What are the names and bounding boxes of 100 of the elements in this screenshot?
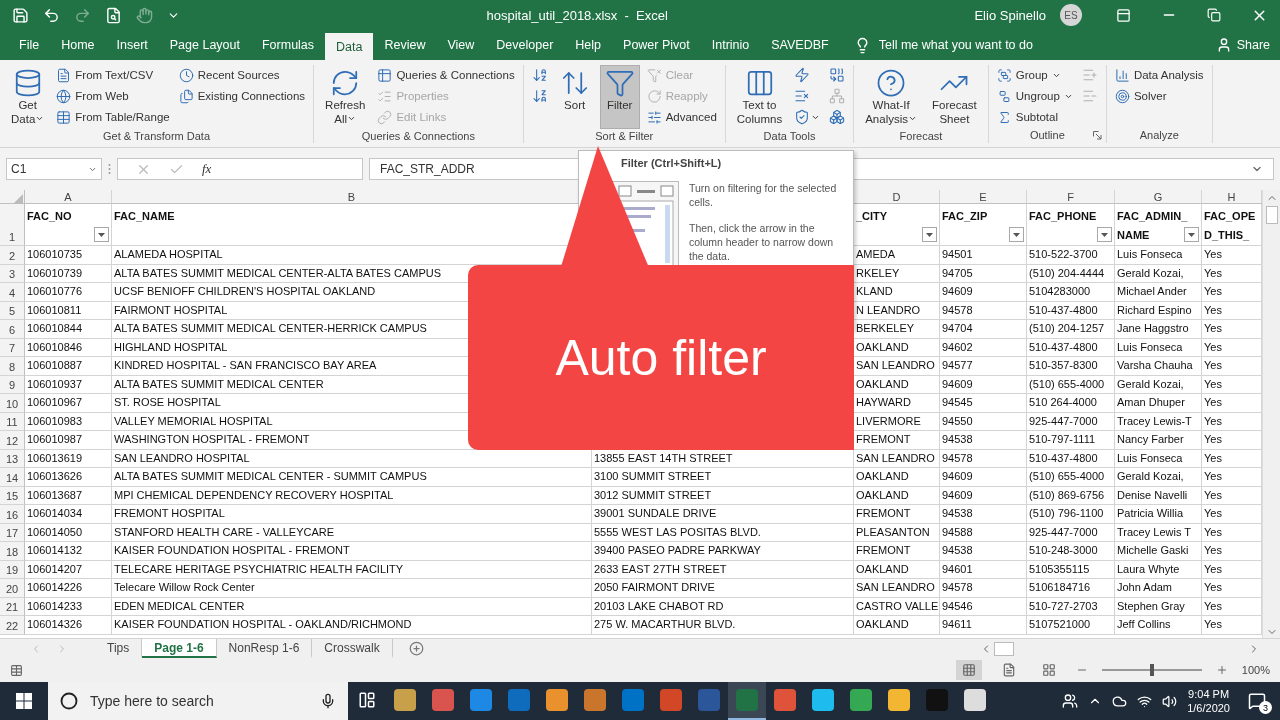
- table-cell: 106014050: [25, 523, 112, 542]
- table-cell: 94601: [940, 560, 1027, 579]
- table-cell: 94550: [940, 412, 1027, 431]
- table-cell: SAN LEANDRO: [854, 449, 940, 468]
- table-cell: 94538: [940, 542, 1027, 561]
- table-cell: 106010844: [25, 320, 112, 339]
- table-cell: 106010735: [25, 246, 112, 265]
- table-cell: 94705: [940, 264, 1027, 283]
- table-cell: OAKLAND: [854, 616, 940, 635]
- table-cell: Michael Ander: [1115, 283, 1202, 302]
- table-cell: FREMONT HOSPITAL: [112, 505, 592, 524]
- table-cell: 94578: [940, 301, 1027, 320]
- table-cell: 5105355115: [1027, 560, 1115, 579]
- header-label: D_THIS_: [1204, 228, 1250, 243]
- table-cell: (510) 655-4000: [1027, 375, 1115, 394]
- table-cell: OAKLAND: [854, 486, 940, 505]
- table-cell: 94602: [940, 338, 1027, 357]
- table-cell: 106010937: [25, 375, 112, 394]
- notification-count: 3: [1259, 701, 1272, 714]
- table-cell: 106013626: [25, 468, 112, 487]
- table-cell: 106014034: [25, 505, 112, 524]
- table-cell: 106010811: [25, 301, 112, 320]
- table-cell: 5107521000: [1027, 616, 1115, 635]
- table-cell: 106010983: [25, 412, 112, 431]
- table-cell: STANFORD HEALTH CARE - VALLEYCARE: [112, 523, 592, 542]
- table-cell: 106014233: [25, 597, 112, 616]
- header-label: NAME: [1117, 228, 1150, 243]
- table-cell: 510-437-4800: [1027, 301, 1115, 320]
- table-cell: 510-727-2703: [1027, 597, 1115, 616]
- table-cell: OAKLAND: [854, 560, 940, 579]
- header-label: FAC_ADMIN_: [1117, 209, 1188, 224]
- table-cell: Luis Fonseca: [1115, 246, 1202, 265]
- table-cell: PLEASANTON: [854, 523, 940, 542]
- table-cell: 106013619: [25, 449, 112, 468]
- table-cell: 2633 EAST 27TH STREET: [592, 560, 854, 579]
- table-cell: 94704: [940, 320, 1027, 339]
- table-cell: CASTRO VALLE: [854, 597, 940, 616]
- table-cell: 5106184716: [1027, 579, 1115, 598]
- table-cell: John Adam: [1115, 579, 1202, 598]
- group-label: Data Tools: [763, 130, 816, 142]
- header-label: FAC_ZIP: [942, 209, 988, 224]
- table-cell: 510-357-8300: [1027, 357, 1115, 376]
- table-cell: TELECARE HERITAGE PSYCHIATRIC HEALTH FACILITY: [112, 560, 592, 579]
- tooltip-text: Then, click the arrow in the column header to narrow down the data.: [689, 221, 835, 263]
- table-cell: Tracey Lewis T: [1115, 523, 1202, 542]
- table-cell: 94577: [940, 357, 1027, 376]
- table-cell: 94546: [940, 597, 1027, 616]
- table-cell: KAISER FOUNDATION HOSPITAL - FREMONT: [112, 542, 592, 561]
- table-cell: Stephen Gray: [1115, 597, 1202, 616]
- table-cell: 106014326: [25, 616, 112, 635]
- table-cell: 94609: [940, 375, 1027, 394]
- table-cell: 94538: [940, 431, 1027, 450]
- table-cell: (510) 204-1257: [1027, 320, 1115, 339]
- table-cell: 925-447-7000: [1027, 412, 1115, 431]
- header-label: _CITY: [856, 209, 888, 224]
- table-cell: 5555 WEST LAS POSITAS BLVD.: [592, 523, 854, 542]
- table-cell: 39400 PASEO PADRE PARKWAY: [592, 542, 854, 561]
- table-cell: Gerald Kozai,: [1115, 375, 1202, 394]
- table-cell: Michelle Gaski: [1115, 542, 1202, 561]
- group-label: Get & Transform Data: [103, 130, 211, 142]
- table-cell: Luis Fonseca: [1115, 338, 1202, 357]
- tooltip-text: Turn on filtering for the selected cells.: [689, 181, 838, 209]
- table-cell: ALTA BATES SUMMIT MEDICAL CENTER - SUMMIT CAMPUS: [112, 468, 592, 487]
- table-cell: 106014226: [25, 579, 112, 598]
- group-label: Forecast: [899, 130, 943, 142]
- table-cell: (510) 796-1100: [1027, 505, 1115, 524]
- table-cell: 106010846: [25, 338, 112, 357]
- table-cell: (510) 869-6756: [1027, 486, 1115, 505]
- table-cell: 106010967: [25, 394, 112, 413]
- table-cell: 106010739: [25, 264, 112, 283]
- table-cell: 39001 SUNDALE DRIVE: [592, 505, 854, 524]
- table-cell: 106013687: [25, 486, 112, 505]
- table-cell: 106014207: [25, 560, 112, 579]
- table-cell: (510) 655-4000: [1027, 468, 1115, 487]
- table-cell: 94609: [940, 468, 1027, 487]
- header-label: FAC_OPE: [1204, 209, 1256, 224]
- user-name: Elio Spinello: [974, 7, 1046, 23]
- window-title: hospital_util_2018.xlsx - Excel: [485, 7, 669, 23]
- table-cell: 94611: [940, 616, 1027, 635]
- table-cell: EDEN MEDICAL CENTER: [112, 597, 592, 616]
- table-cell: 3012 SUMMIT STREET: [592, 486, 854, 505]
- table-cell: Luis Fonseca: [1115, 449, 1202, 468]
- table-cell: 94545: [940, 394, 1027, 413]
- header-label: FAC_NO: [27, 209, 72, 224]
- table-cell: 510-797-1111: [1027, 431, 1115, 450]
- table-cell: Tracey Lewis-T: [1115, 412, 1202, 431]
- callout: Auto filter: [468, 265, 854, 450]
- table-cell: Denise Navelli: [1115, 486, 1202, 505]
- table-cell: 94609: [940, 283, 1027, 302]
- table-cell: FREMONT: [854, 542, 940, 561]
- header-label: FAC_PHONE: [1029, 209, 1097, 224]
- table-cell: Richard Espino: [1115, 301, 1202, 320]
- table-cell: Varsha Chauha: [1115, 357, 1202, 376]
- table-cell: 106010987: [25, 431, 112, 450]
- table-cell: Jeff Collins: [1115, 616, 1202, 635]
- group-label: Outline: [1029, 129, 1065, 141]
- table-cell: 20103 LAKE CHABOT RD: [592, 597, 854, 616]
- table-cell: Gerald Kozai,: [1115, 264, 1202, 283]
- table-cell: 94501: [940, 246, 1027, 265]
- table-cell: 106010776: [25, 283, 112, 302]
